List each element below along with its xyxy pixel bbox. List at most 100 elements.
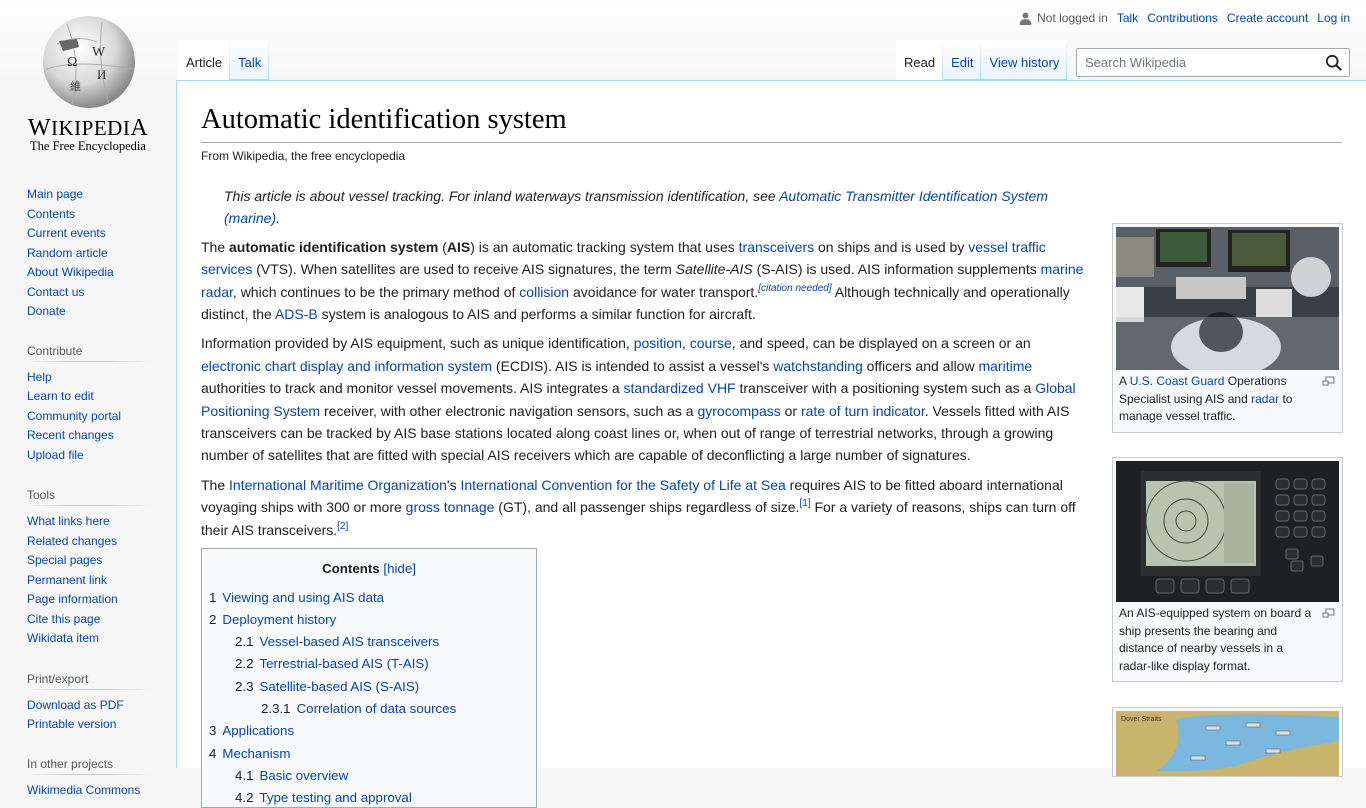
tab-view-history[interactable]: View history <box>981 40 1068 80</box>
sidebar-item-upload-file[interactable]: Upload file <box>27 448 84 462</box>
sidebar-item-contents[interactable]: Contents <box>27 207 75 221</box>
search-input[interactable] <box>1083 54 1313 71</box>
link-gross-tonnage[interactable]: gross tonnage <box>406 499 495 515</box>
sidebar-item-printable-version[interactable]: Printable version <box>27 717 116 731</box>
tab-edit[interactable]: Edit <box>943 40 982 80</box>
wordmark: WIKIPEDIA <box>27 115 149 141</box>
sidebar-item-current-events[interactable]: Current events <box>27 226 106 240</box>
enlarge-icon[interactable] <box>1322 376 1335 387</box>
link-us-coast-guard[interactable]: U.S. Coast Guard <box>1130 374 1225 388</box>
search-icon[interactable] <box>1325 54 1343 72</box>
sidebar-navigation: Main page Contents Current events Random… <box>27 185 150 322</box>
link-position[interactable]: position <box>634 335 682 351</box>
search-box <box>1076 48 1350 77</box>
sidebar-tools: Tools What links here Related changes Sp… <box>27 488 150 649</box>
reference-2[interactable]: [2] <box>337 521 348 532</box>
toc-item[interactable]: 4 Mechanism <box>209 746 290 761</box>
toc-hide-toggle[interactable]: [hide] <box>383 561 416 576</box>
contributions-link[interactable]: Contributions <box>1147 11 1218 25</box>
reference-1[interactable]: [1] <box>799 498 810 509</box>
view-tabs: Read Edit View history <box>896 40 1068 80</box>
content-area: Automatic identification system From Wik… <box>176 80 1366 808</box>
logo-tagline: The Free Encyclopedia <box>30 139 146 153</box>
article-body: This article is about vessel tracking. F… <box>201 185 1086 808</box>
sidebar-print-export: Print/export Download as PDF Printable v… <box>27 671 150 735</box>
tab-talk[interactable]: Talk <box>230 40 270 80</box>
paragraph-information: Information provided by AIS equipment, s… <box>201 335 1076 464</box>
tab-read[interactable]: Read <box>896 40 944 80</box>
sidebar-other-projects: In other projects Wikimedia Commons <box>27 756 150 801</box>
link-collision[interactable]: collision <box>519 284 569 300</box>
citation-needed-link[interactable]: [citation needed] <box>758 283 831 294</box>
sidebar-item-contact-us[interactable]: Contact us <box>27 285 84 299</box>
link-solas[interactable]: International Convention for the Safety … <box>460 477 785 493</box>
link-radar[interactable]: radar <box>1251 392 1279 406</box>
sidebar-item-page-information[interactable]: Page information <box>27 592 118 606</box>
namespace-tabs: Article Talk <box>177 40 270 80</box>
toc-item[interactable]: 4.1 Basic overview <box>235 768 348 783</box>
dover-straits-ais-map[interactable]: Dover Straits <box>1116 711 1339 777</box>
sidebar-heading-print: Print/export <box>27 671 150 690</box>
link-standardized-vhf[interactable]: standardized VHF <box>624 380 736 396</box>
ais-radar-display-photo[interactable] <box>1116 461 1339 602</box>
sidebar-item-wikidata-item[interactable]: Wikidata item <box>27 631 99 645</box>
sidebar-item-about-wikipedia[interactable]: About Wikipedia <box>27 265 114 279</box>
sidebar-item-recent-changes[interactable]: Recent changes <box>27 428 114 442</box>
link-transceivers[interactable]: transceivers <box>739 239 814 255</box>
tab-view-history-label[interactable]: View history <box>989 55 1059 70</box>
enlarge-icon[interactable] <box>1322 608 1335 619</box>
tab-edit-label[interactable]: Edit <box>951 55 973 70</box>
sidebar: Main page Contents Current events Random… <box>0 180 176 800</box>
sidebar-item-community-portal[interactable]: Community portal <box>27 409 121 423</box>
sidebar-item-help[interactable]: Help <box>27 370 52 384</box>
sidebar-item-special-pages[interactable]: Special pages <box>27 553 102 567</box>
svg-text:Ω: Ω <box>67 55 77 70</box>
thumbnail-caption: A U.S. Coast Guard Operations Specialist… <box>1116 370 1339 429</box>
sidebar-item-wikimedia-commons[interactable]: Wikimedia Commons <box>27 783 140 797</box>
link-course[interactable]: course <box>690 335 732 351</box>
sidebar-item-cite-this-page[interactable]: Cite this page <box>27 612 100 626</box>
toc-item[interactable]: 2 Deployment history <box>209 612 336 627</box>
thumbnail-coast-guard: A U.S. Coast Guard Operations Specialist… <box>1112 223 1343 433</box>
table-of-contents: Contents [hide] 1 Viewing and using AIS d… <box>201 548 537 808</box>
talk-link[interactable]: Talk <box>1117 11 1138 25</box>
log-in-link[interactable]: Log in <box>1317 11 1350 25</box>
map-label: Dover Straits <box>1121 716 1162 723</box>
sidebar-item-donate[interactable]: Donate <box>27 304 66 318</box>
toc-item[interactable]: 2.1 Vessel-based AIS transceivers <box>235 634 439 649</box>
link-gyrocompass[interactable]: gyrocompass <box>697 403 780 419</box>
sidebar-item-related-changes[interactable]: Related changes <box>27 534 117 548</box>
tab-talk-label[interactable]: Talk <box>238 55 261 70</box>
link-watchstanding[interactable]: watchstanding <box>773 358 863 374</box>
link-maritime[interactable]: maritime <box>978 358 1032 374</box>
sidebar-heading-contribute: Contribute <box>27 343 150 362</box>
toc-item[interactable]: 3 Applications <box>209 723 294 738</box>
link-rate-of-turn-indicator[interactable]: rate of turn indicator <box>801 403 925 419</box>
tab-article[interactable]: Article <box>177 40 231 80</box>
paragraph-intro: The automatic identification system (AIS… <box>201 238 1084 323</box>
sidebar-item-main-page[interactable]: Main page <box>27 187 83 201</box>
create-account-link[interactable]: Create account <box>1227 11 1308 25</box>
sidebar-heading-projects: In other projects <box>27 756 150 775</box>
toc-item[interactable]: 2.2 Terrestrial-based AIS (T-AIS) <box>235 656 429 671</box>
toc-item[interactable]: 4.2 Type testing and approval <box>235 790 412 805</box>
toc-item[interactable]: 1 Viewing and using AIS data <box>209 590 384 605</box>
page-title: Automatic identification system <box>201 101 1342 144</box>
login-status: Not logged in <box>1019 11 1108 25</box>
link-imo[interactable]: International Maritime Organization <box>229 477 447 493</box>
link-ads-b[interactable]: ADS-B <box>275 306 318 322</box>
sidebar-item-download-pdf[interactable]: Download as PDF <box>27 698 124 712</box>
sidebar-item-permanent-link[interactable]: Permanent link <box>27 573 107 587</box>
coast-guard-operations-photo[interactable] <box>1116 227 1339 370</box>
sidebar-item-learn-to-edit[interactable]: Learn to edit <box>27 389 94 403</box>
wikipedia-logo[interactable]: Ω W И 維 WIKIPEDIA The Free Encyclopedia <box>0 0 176 160</box>
hatnote: This article is about vessel tracking. F… <box>224 188 1049 227</box>
link-ecdis[interactable]: electronic chart display and information… <box>201 358 492 374</box>
toc-item[interactable]: 2.3 Satellite-based AIS (S-AIS) <box>235 679 419 694</box>
paragraph-imo: The International Maritime Organization'… <box>201 476 1076 538</box>
not-logged-in-label: Not logged in <box>1037 11 1108 25</box>
sidebar-item-random-article[interactable]: Random article <box>27 246 108 260</box>
toc-item[interactable]: 2.3.1 Correlation of data sources <box>261 701 456 716</box>
svg-text:И: И <box>97 67 106 82</box>
sidebar-item-what-links-here[interactable]: What links here <box>27 514 110 528</box>
